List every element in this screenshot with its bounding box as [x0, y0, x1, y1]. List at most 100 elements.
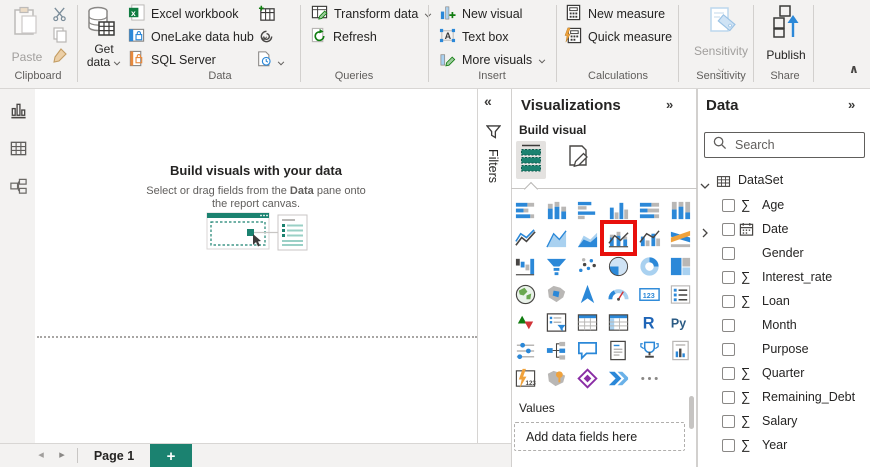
arcgis-map-visual-icon[interactable] [541, 364, 572, 392]
filled-map-icon[interactable] [541, 280, 572, 308]
r-script-visual-icon[interactable]: R [634, 308, 665, 336]
onelake-data-hub-button[interactable]: OneLake data hub [128, 28, 268, 46]
donut-chart-icon[interactable] [634, 252, 665, 280]
publish-icon[interactable] [770, 4, 802, 45]
paste-button[interactable]: Paste [4, 50, 50, 64]
get-data-button-line2[interactable]: data [82, 55, 126, 69]
chevron-down-icon[interactable] [700, 177, 710, 195]
slicer-icon[interactable] [541, 308, 572, 336]
field-checkbox[interactable] [722, 199, 735, 212]
kpi-icon[interactable] [510, 308, 541, 336]
dataverse-icon[interactable] [259, 29, 274, 49]
values-field-well[interactable]: Add data fields here [514, 422, 685, 451]
stacked-column-chart-icon[interactable] [541, 196, 572, 224]
field-checkbox[interactable] [722, 415, 735, 428]
collapse-data-pane-icon[interactable]: » [848, 97, 855, 112]
line-and-stacked-column-chart-icon[interactable] [600, 220, 637, 256]
power-apps-visual-icon[interactable] [572, 364, 603, 392]
gauge-icon[interactable] [603, 280, 634, 308]
paste-icon[interactable] [12, 6, 38, 41]
multi-row-card-icon[interactable] [665, 280, 696, 308]
table-view-icon[interactable] [8, 138, 28, 158]
viz-pane-scrollbar-thumb[interactable] [689, 396, 694, 429]
field-checkbox[interactable] [722, 367, 735, 380]
azure-map-icon[interactable] [572, 280, 603, 308]
collapse-visualizations-icon[interactable]: » [666, 97, 673, 112]
field-row-gender[interactable]: Gender [698, 242, 870, 266]
enter-data-icon[interactable] [258, 5, 276, 28]
collapse-ribbon-icon[interactable]: ∧ [849, 62, 859, 76]
pie-chart-icon[interactable] [603, 252, 634, 280]
field-checkbox[interactable] [722, 223, 735, 236]
stacked-area-chart-icon[interactable] [572, 224, 603, 252]
publish-button[interactable]: Publish [760, 48, 812, 62]
sql-server-button[interactable]: SQL Server [128, 50, 216, 69]
key-influencers-icon[interactable] [510, 336, 541, 364]
refresh-button[interactable]: Refresh [311, 27, 377, 46]
filters-pane-title[interactable]: Filters [486, 149, 500, 183]
100-stacked-bar-chart-icon[interactable] [634, 196, 665, 224]
smart-narrative-icon[interactable] [603, 336, 634, 364]
text-box-button[interactable]: A Text box [439, 28, 509, 46]
field-row-year[interactable]: ∑ Year [698, 434, 870, 458]
field-checkbox[interactable] [722, 247, 735, 260]
python-visual-icon[interactable]: Py [665, 308, 696, 336]
field-row-loan[interactable]: ∑ Loan [698, 290, 870, 314]
area-chart-icon[interactable] [541, 224, 572, 252]
waterfall-chart-icon[interactable] [510, 252, 541, 280]
funnel-chart-icon[interactable] [541, 252, 572, 280]
add-page-button[interactable]: + [150, 444, 192, 467]
matrix-icon[interactable] [603, 308, 634, 336]
paginated-report-icon[interactable] [665, 336, 696, 364]
field-checkbox[interactable] [722, 439, 735, 452]
expand-icon[interactable] [702, 225, 709, 243]
quick-measure-button[interactable]: Quick measure [564, 27, 672, 46]
field-row-date[interactable]: Date [698, 218, 870, 242]
metrics-icon[interactable] [634, 336, 665, 364]
build-visual-tab[interactable] [516, 141, 546, 179]
format-visual-tab[interactable] [562, 143, 594, 177]
field-row-age[interactable]: ∑ Age [698, 194, 870, 218]
previous-page-icon[interactable]: ◂ [34, 448, 48, 461]
get-data-icon[interactable] [86, 5, 116, 46]
model-view-icon[interactable] [8, 176, 28, 196]
field-checkbox[interactable] [722, 319, 735, 332]
100-stacked-column-chart-icon[interactable] [665, 196, 696, 224]
lightning-123-visual-icon[interactable]: 123 [510, 364, 541, 392]
dataset-tree-node[interactable]: DataSet [699, 171, 869, 193]
filter-funnel-icon[interactable] [485, 125, 502, 144]
card-icon[interactable]: 123 [634, 280, 665, 308]
field-row-remaining_debt[interactable]: ∑ Remaining_Debt [698, 386, 870, 410]
more-visuals-button[interactable]: More visuals [439, 51, 546, 69]
treemap-icon[interactable] [665, 252, 696, 280]
report-view-icon[interactable] [8, 100, 28, 120]
format-painter-icon[interactable] [51, 47, 68, 69]
cut-icon[interactable] [52, 6, 67, 27]
field-checkbox[interactable] [722, 271, 735, 284]
scatter-chart-icon[interactable] [572, 252, 603, 280]
ribbon-chart-icon[interactable] [665, 224, 696, 252]
more-visual-options-icon[interactable] [634, 364, 665, 392]
table-icon[interactable] [572, 308, 603, 336]
field-checkbox[interactable] [722, 343, 735, 356]
stacked-bar-chart-icon[interactable] [510, 196, 541, 224]
power-automate-visual-icon[interactable] [603, 364, 634, 392]
line-chart-icon[interactable] [510, 224, 541, 252]
transform-data-button[interactable]: Transform data [311, 5, 432, 23]
field-checkbox[interactable] [722, 295, 735, 308]
expand-filters-icon[interactable]: « [484, 93, 492, 109]
field-row-quarter[interactable]: ∑ Quarter [698, 362, 870, 386]
field-row-month[interactable]: Month [698, 314, 870, 338]
field-row-purpose[interactable]: Purpose [698, 338, 870, 362]
search-input[interactable]: Search [704, 132, 865, 158]
new-measure-button[interactable]: New measure [565, 4, 665, 23]
next-page-icon[interactable]: ▸ [55, 448, 69, 461]
decomposition-tree-icon[interactable] [541, 336, 572, 364]
page-tab[interactable]: Page 1 [82, 444, 146, 467]
line-and-clustered-column-chart-icon[interactable] [634, 224, 665, 252]
get-data-button[interactable]: Get [82, 42, 126, 56]
excel-workbook-button[interactable]: x Excel workbook [128, 4, 239, 23]
field-row-interest_rate[interactable]: ∑ Interest_rate [698, 266, 870, 290]
field-row-salary[interactable]: ∑ Salary [698, 410, 870, 434]
qa-visual-icon[interactable] [572, 336, 603, 364]
